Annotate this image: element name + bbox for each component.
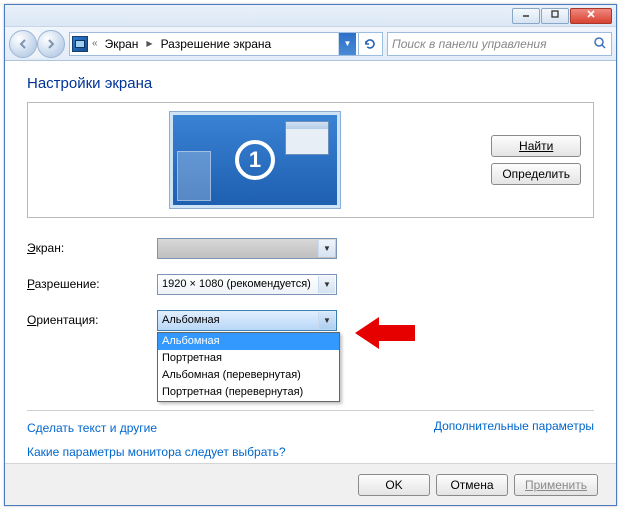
apply-button[interactable]: Применить — [514, 474, 598, 496]
annotation-arrow-icon — [355, 315, 415, 351]
cancel-button[interactable]: Отмена — [436, 474, 508, 496]
monitor-number: 1 — [235, 140, 275, 180]
dialog-button-bar: OK Отмена Применить — [5, 463, 616, 505]
refresh-button[interactable] — [358, 33, 380, 55]
close-button[interactable] — [570, 8, 612, 24]
orientation-select[interactable]: Альбомная ▼ Альбомная Портретная Альбомн… — [157, 310, 337, 331]
window-titlebar — [5, 5, 616, 27]
resolution-label: Разрешение: — [27, 277, 157, 291]
find-button[interactable]: Найти — [491, 135, 581, 157]
orientation-label: Ориентация: — [27, 313, 157, 327]
screen-select[interactable]: ▼ — [157, 238, 337, 259]
back-button[interactable] — [9, 30, 37, 58]
search-input[interactable]: Поиск в панели управления — [387, 32, 612, 56]
search-placeholder: Поиск в панели управления — [392, 37, 547, 51]
forward-button[interactable] — [37, 30, 65, 58]
ok-button[interactable]: OK — [358, 474, 430, 496]
resolution-select[interactable]: 1920 × 1080 (рекомендуется) ▼ — [157, 274, 337, 295]
orientation-dropdown: Альбомная Портретная Альбомная (переверн… — [157, 332, 340, 402]
orientation-option[interactable]: Портретная — [158, 350, 339, 367]
orientation-option[interactable]: Альбомная (перевернутая) — [158, 367, 339, 384]
chevron-down-icon: ▼ — [318, 240, 335, 257]
maximize-button[interactable] — [541, 8, 569, 24]
control-panel-icon — [72, 36, 88, 52]
resolution-value: 1920 × 1080 (рекомендуется) — [162, 278, 311, 290]
navigation-bar: « Экран ▶ Разрешение экрана ▼ Поиск в па… — [5, 27, 616, 61]
breadcrumb[interactable]: « Экран ▶ Разрешение экрана ▼ — [69, 32, 383, 56]
breadcrumb-sep: « — [90, 38, 100, 49]
monitor-thumbnail[interactable]: 1 — [170, 112, 340, 208]
breadcrumb-item-screen[interactable]: Экран — [102, 37, 142, 51]
chevron-down-icon: ▼ — [318, 276, 335, 293]
breadcrumb-dropdown-button[interactable]: ▼ — [338, 33, 356, 55]
chevron-right-icon[interactable]: ▶ — [143, 39, 155, 48]
minimize-button[interactable] — [512, 8, 540, 24]
chevron-down-icon: ▼ — [318, 312, 335, 329]
preview-taskbar-icon — [177, 151, 211, 201]
search-icon — [593, 36, 607, 53]
preview-window-icon — [285, 121, 329, 155]
orientation-value: Альбомная — [162, 314, 220, 326]
orientation-option[interactable]: Альбомная — [158, 333, 339, 350]
page-title: Настройки экрана — [27, 75, 594, 92]
advanced-settings-link[interactable]: Дополнительные параметры — [434, 419, 594, 433]
screen-label: Экран: — [27, 241, 157, 255]
divider — [27, 410, 594, 411]
display-preview-panel: 1 Найти Определить — [27, 102, 594, 218]
help-link[interactable]: Какие параметры монитора следует выбрать… — [27, 445, 594, 459]
detect-button[interactable]: Определить — [491, 163, 581, 185]
breadcrumb-item-resolution[interactable]: Разрешение экрана — [158, 37, 275, 51]
orientation-option[interactable]: Портретная (перевернутая) — [158, 384, 339, 401]
